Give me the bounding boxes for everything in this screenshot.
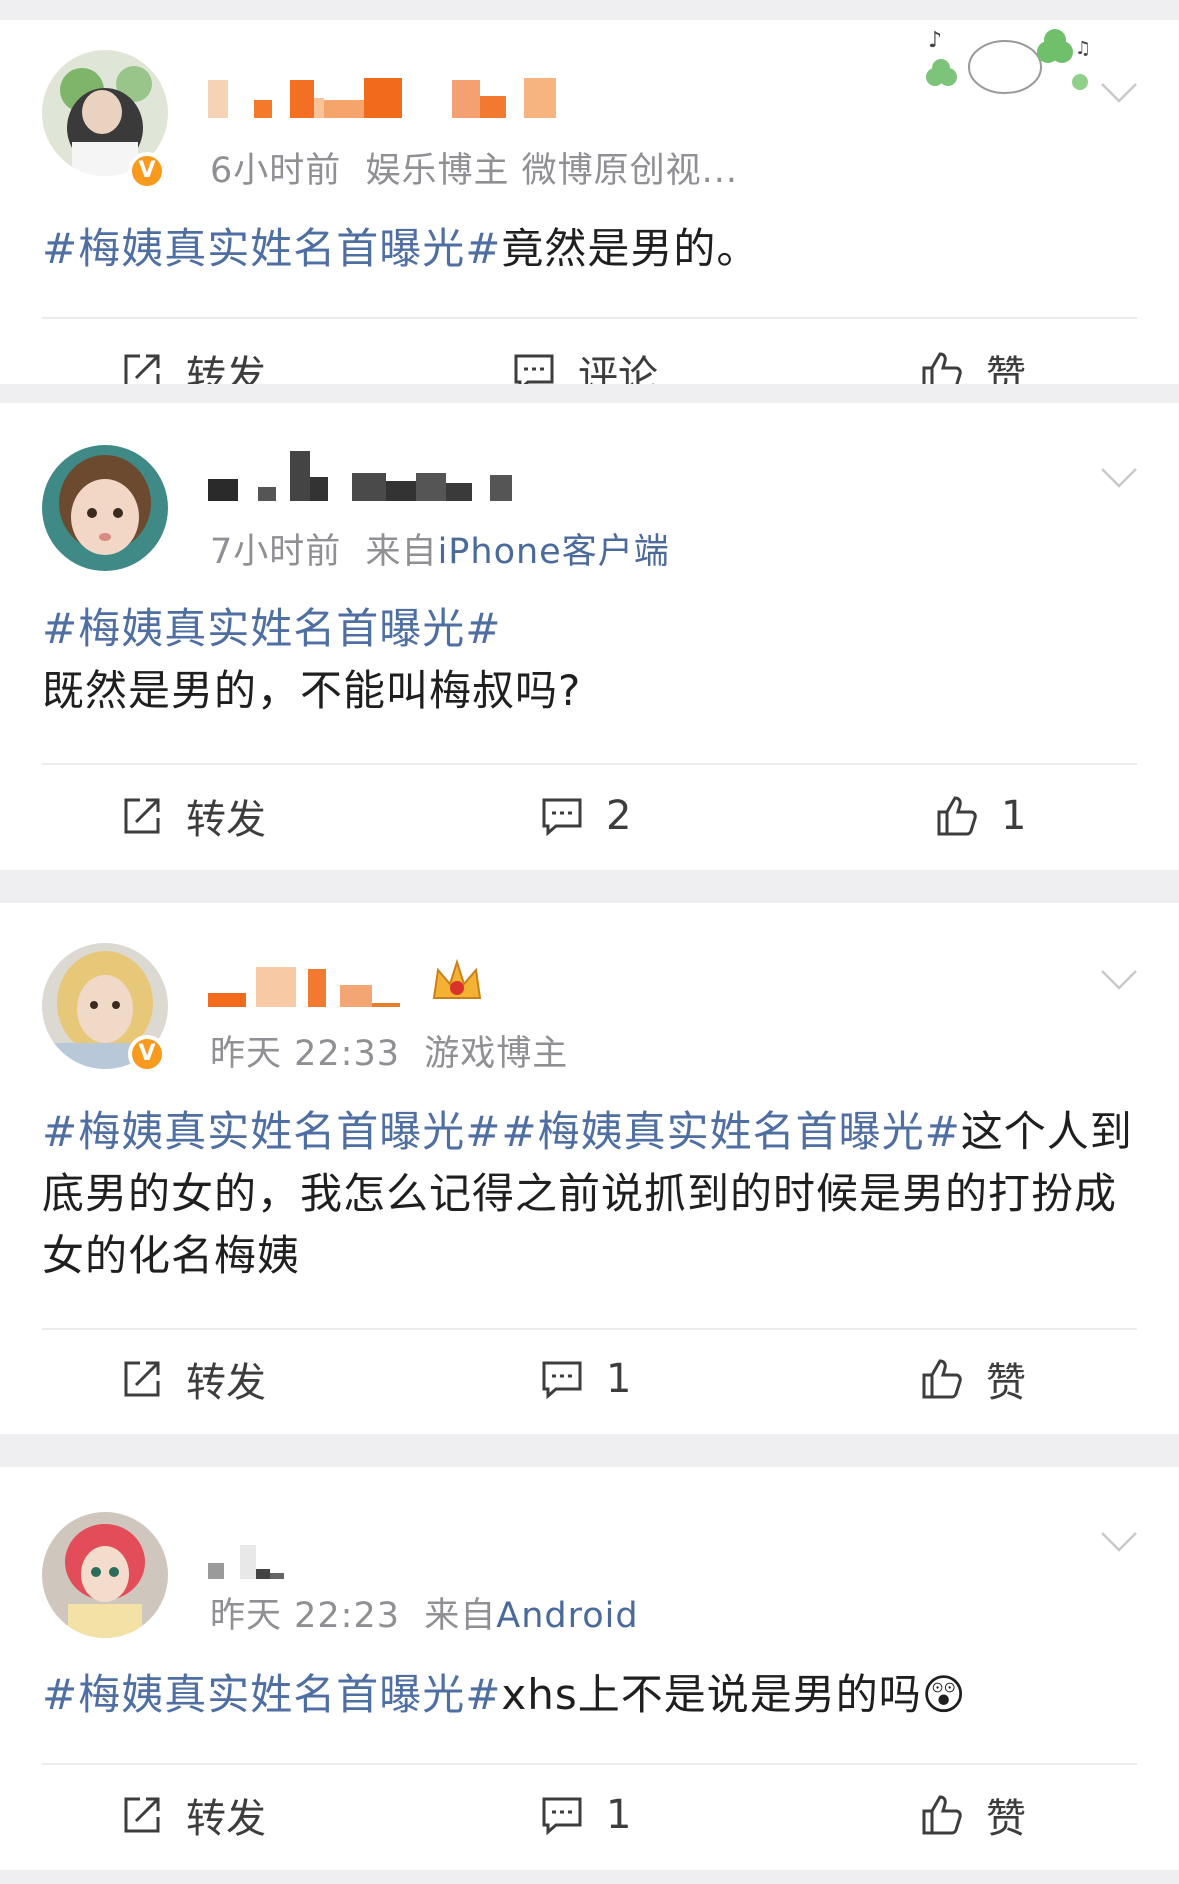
- chevron-down-icon[interactable]: [1099, 80, 1139, 106]
- post-source-prefix: 来自: [365, 532, 438, 572]
- verified-badge-icon: V: [128, 1035, 166, 1073]
- topic-link[interactable]: #梅姨真实姓名首曝光#: [42, 224, 501, 273]
- post-card[interactable]: V ♪ ♫ 6小时前 娱乐博主 微博原创视... #梅姨真实姓名首曝光#竟然是男…: [0, 20, 1179, 384]
- topic-link[interactable]: #梅姨真实姓名首曝光#: [42, 598, 1142, 660]
- thumbs-up-icon: [922, 1359, 962, 1399]
- username-redacted[interactable]: [208, 451, 512, 501]
- action-bar: 转发 2 1: [0, 786, 1179, 846]
- repost-label: 转发: [186, 1360, 266, 1406]
- post-text: #梅姨真实姓名首曝光# 既然是男的，不能叫梅叔吗?: [42, 598, 1142, 722]
- post-source[interactable]: iPhone客户端: [438, 532, 670, 572]
- action-bar: 转发 评论 赞: [0, 342, 1179, 384]
- post-body: xhs上不是说是男的吗: [501, 1670, 922, 1719]
- comment-icon: [542, 1797, 582, 1836]
- thumbs-up-icon: [922, 352, 962, 384]
- like-label: 赞: [986, 1796, 1026, 1842]
- share-icon: [124, 1797, 160, 1833]
- share-icon: [124, 1361, 160, 1397]
- post-card[interactable]: V 昨天 22:33 游戏博主 #梅姨真实姓名首曝光##梅姨真实姓名首曝光#这个…: [0, 903, 1179, 1434]
- svg-text:♪: ♪: [928, 28, 942, 53]
- chevron-down-icon[interactable]: [1099, 1529, 1139, 1555]
- comment-label: 评论: [578, 353, 658, 384]
- post-time: 昨天 22:23: [210, 1596, 400, 1636]
- like-button[interactable]: 1: [935, 786, 1026, 846]
- post-meta: 6小时前 娱乐博主 微博原创视...: [210, 142, 738, 193]
- like-label: 赞: [986, 353, 1026, 384]
- chevron-down-icon[interactable]: [1099, 967, 1139, 993]
- post-source-prefix: 来自: [424, 1596, 497, 1636]
- chevron-down-icon[interactable]: [1099, 465, 1139, 491]
- comment-button[interactable]: 1: [540, 1349, 631, 1409]
- post-body: 竟然是男的。: [501, 224, 760, 273]
- divider: [42, 317, 1137, 319]
- comment-count: 1: [606, 1792, 632, 1838]
- comment-count: 2: [606, 793, 632, 839]
- divider: [42, 763, 1137, 765]
- post-body: 既然是男的，不能叫梅叔吗?: [42, 666, 582, 715]
- username-redacted[interactable]: [208, 959, 410, 1007]
- topic-link[interactable]: #梅姨真实姓名首曝光#: [42, 1670, 501, 1719]
- post-meta: 昨天 22:23 来自Android: [210, 1587, 639, 1638]
- comment-count: 1: [606, 1356, 632, 1402]
- action-bar: 转发 1 赞: [0, 1785, 1179, 1845]
- post-time: 昨天 22:33: [210, 1034, 400, 1074]
- comment-icon: [542, 798, 582, 837]
- post-source: 娱乐博主 微博原创视...: [365, 151, 739, 191]
- clover-decoration-icon: ♪ ♫: [926, 28, 1091, 94]
- action-bar: 转发 1 赞: [0, 1349, 1179, 1409]
- share-icon: [124, 798, 160, 834]
- topic-link[interactable]: #梅姨真实姓名首曝光##梅姨真实姓名首曝光#: [42, 1107, 961, 1156]
- svg-text:♫: ♫: [1075, 38, 1091, 59]
- comment-button[interactable]: 评论: [512, 342, 658, 384]
- like-button[interactable]: 赞: [920, 1349, 1026, 1409]
- username-redacted[interactable]: [208, 1531, 284, 1579]
- repost-label: 转发: [186, 797, 266, 843]
- share-icon: [124, 354, 160, 384]
- post-source: 游戏博主: [424, 1034, 569, 1074]
- post-meta: 昨天 22:33 游戏博主: [210, 1025, 568, 1076]
- comment-icon: [542, 1361, 582, 1400]
- post-card[interactable]: 昨天 22:23 来自Android #梅姨真实姓名首曝光#xhs上不是说是男的…: [0, 1467, 1179, 1870]
- post-time: 6小时前: [210, 151, 342, 191]
- like-button[interactable]: 赞: [920, 1785, 1026, 1845]
- post-meta: 7小时前 来自iPhone客户端: [210, 523, 670, 574]
- like-button[interactable]: 赞: [920, 342, 1026, 384]
- divider: [42, 1328, 1137, 1330]
- post-card[interactable]: 7小时前 来自iPhone客户端 #梅姨真实姓名首曝光# 既然是男的，不能叫梅叔…: [0, 403, 1179, 870]
- comment-button[interactable]: 1: [540, 1785, 631, 1845]
- repost-label: 转发: [186, 353, 266, 384]
- comment-icon: [514, 354, 554, 384]
- verified-badge-icon: V: [128, 152, 166, 190]
- repost-button[interactable]: 转发: [120, 786, 266, 846]
- thumbs-up-icon: [937, 796, 977, 836]
- weibo-feed: V ♪ ♫ 6小时前 娱乐博主 微博原创视... #梅姨真实姓名首曝光#竟然是男…: [0, 0, 1179, 1884]
- post-text: #梅姨真实姓名首曝光#xhs上不是说是男的吗😲: [42, 1664, 1142, 1726]
- post-text: #梅姨真实姓名首曝光#竟然是男的。: [42, 218, 1142, 280]
- repost-button[interactable]: 转发: [120, 1349, 266, 1409]
- surprised-emoji-icon: 😲: [921, 1670, 967, 1719]
- comment-button[interactable]: 2: [540, 786, 631, 846]
- divider: [42, 1763, 1137, 1765]
- post-text: #梅姨真实姓名首曝光##梅姨真实姓名首曝光#这个人到底男的女的，我怎么记得之前说…: [42, 1101, 1142, 1287]
- avatar[interactable]: [42, 1512, 168, 1638]
- username-redacted[interactable]: [208, 70, 556, 118]
- repost-button[interactable]: 转发: [120, 342, 266, 384]
- like-label: 赞: [986, 1360, 1026, 1406]
- thumbs-up-icon: [922, 1795, 962, 1835]
- crown-badge-icon: [432, 958, 482, 999]
- like-count: 1: [1001, 793, 1027, 839]
- avatar[interactable]: [42, 445, 168, 571]
- repost-label: 转发: [186, 1796, 266, 1842]
- post-time: 7小时前: [210, 532, 342, 572]
- post-source[interactable]: Android: [496, 1596, 638, 1636]
- repost-button[interactable]: 转发: [120, 1785, 266, 1845]
